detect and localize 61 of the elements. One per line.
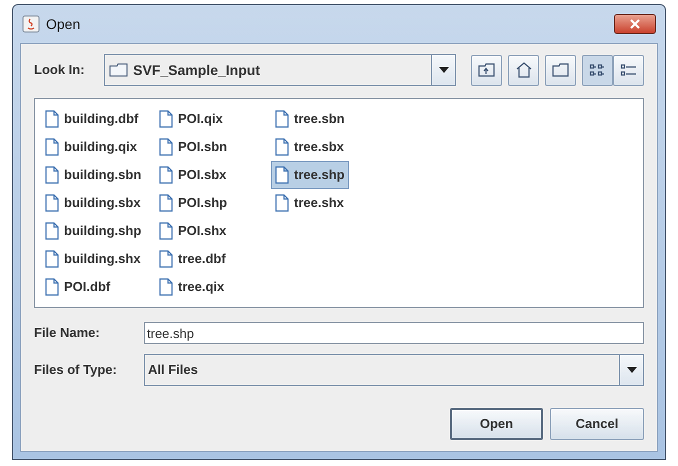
file-icon <box>159 166 173 184</box>
file-icon <box>45 166 59 184</box>
look-in-label: Look In: <box>34 61 86 80</box>
dialog-button[interactable]: Cancel <box>550 408 644 440</box>
file-icon <box>159 222 173 240</box>
file-item[interactable]: POI.shp <box>155 189 232 217</box>
file-icon <box>45 222 59 240</box>
file-item[interactable]: POI.sbn <box>155 133 232 161</box>
file-item[interactable]: POI.shx <box>155 217 230 245</box>
app-icon <box>22 15 40 33</box>
file-item[interactable]: building.dbf <box>41 105 142 133</box>
file-item[interactable]: POI.dbf <box>41 273 114 301</box>
file-name-label: File Name: <box>34 324 101 342</box>
caret-icon <box>438 67 448 73</box>
file-icon <box>159 194 173 212</box>
toolbar-button[interactable] <box>545 54 576 86</box>
folder-icon <box>552 62 570 78</box>
file-item[interactable]: POI.qix <box>155 105 227 133</box>
file-icon <box>45 138 59 156</box>
file-type-dropdown[interactable]: All Files <box>144 354 644 386</box>
file-item[interactable]: building.shx <box>41 245 145 273</box>
file-item[interactable]: tree.dbf <box>155 245 230 273</box>
file-icon <box>275 194 289 212</box>
window-title: Open <box>46 14 80 34</box>
folder-up-icon <box>478 62 496 78</box>
file-item[interactable]: tree.shx <box>271 189 348 217</box>
details-view-icon <box>620 62 638 78</box>
file-icon <box>275 166 289 184</box>
toolbar-button[interactable] <box>471 54 502 86</box>
file-icon <box>159 110 173 128</box>
file-item[interactable]: tree.shp <box>271 161 349 189</box>
file-icon <box>45 194 59 212</box>
file-icon <box>275 110 289 128</box>
toolbar-button[interactable] <box>508 54 539 86</box>
file-name-field[interactable]: tree.shp <box>144 322 644 344</box>
file-icon <box>275 138 289 156</box>
home-icon <box>514 62 532 78</box>
file-item[interactable]: building.shp <box>41 217 146 245</box>
file-icon <box>159 250 173 268</box>
file-icon <box>159 138 173 156</box>
view-toggle[interactable] <box>582 54 613 86</box>
file-item[interactable]: tree.sbx <box>271 133 348 161</box>
file-item[interactable]: POI.sbx <box>155 161 230 189</box>
dialog-button[interactable]: Open <box>450 408 543 440</box>
file-icon <box>45 278 59 296</box>
file-item[interactable]: building.sbx <box>41 189 145 217</box>
file-item[interactable]: building.sbn <box>41 161 146 189</box>
look-in-dropdown[interactable]: SVF_Sample_Input <box>104 54 456 86</box>
file-item[interactable]: building.qix <box>41 133 141 161</box>
file-type-label: Files of Type: <box>34 361 118 380</box>
close-icon <box>630 19 640 29</box>
file-item[interactable]: tree.sbn <box>271 105 349 133</box>
close-button[interactable] <box>614 14 656 34</box>
file-icon <box>45 250 59 268</box>
file-icon <box>159 278 173 296</box>
file-item[interactable]: tree.qix <box>155 273 228 301</box>
list-view-icon <box>588 62 606 78</box>
folder-icon <box>109 62 130 78</box>
view-toggle[interactable] <box>613 54 644 86</box>
file-icon <box>45 110 59 128</box>
caret-icon <box>626 367 636 373</box>
